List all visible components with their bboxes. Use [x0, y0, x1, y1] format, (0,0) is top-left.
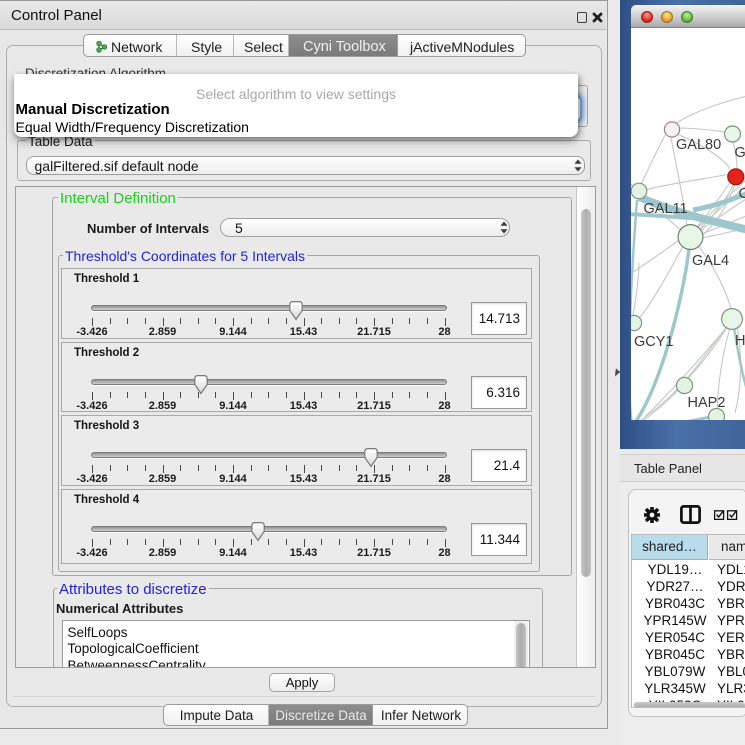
svg-text:GAL11: GAL11: [644, 201, 688, 217]
svg-text:GA: GA: [735, 145, 745, 161]
svg-text:GCY1: GCY1: [634, 334, 674, 350]
svg-text:H: H: [735, 333, 745, 349]
svg-text:GAL80: GAL80: [676, 137, 721, 153]
svg-text:C: C: [739, 186, 745, 202]
svg-text:HAP2: HAP2: [688, 395, 726, 411]
svg-text:GAL4: GAL4: [692, 253, 729, 269]
